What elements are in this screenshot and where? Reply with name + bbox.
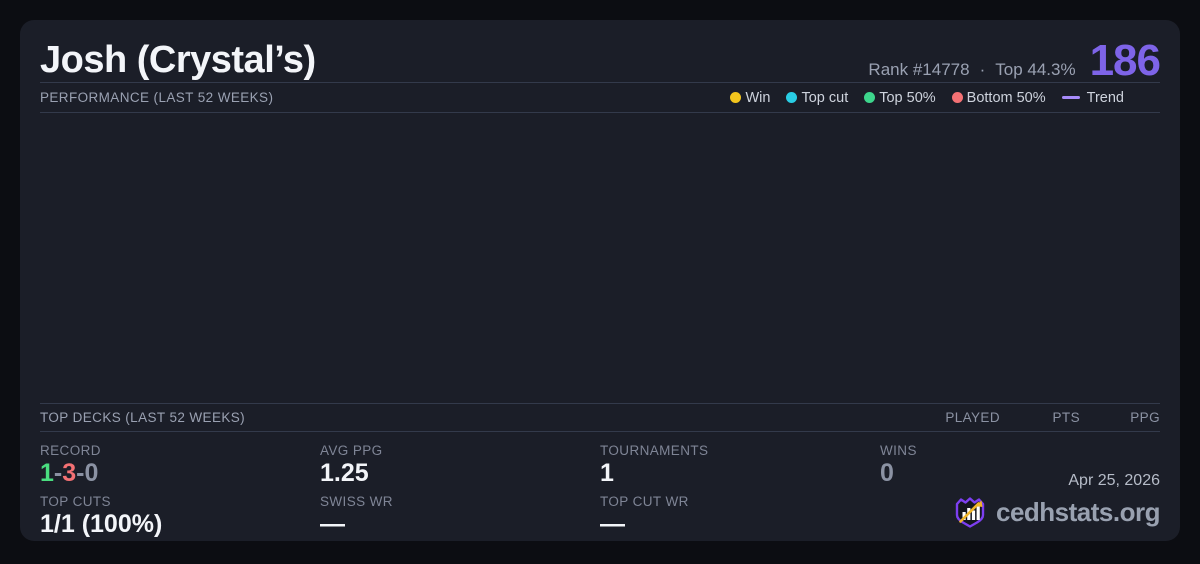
stat-top-cuts-label: TOP CUTS bbox=[40, 494, 320, 509]
stat-record-label: RECORD bbox=[40, 443, 320, 458]
legend-label-top-cut: Top cut bbox=[801, 90, 848, 106]
cedhstats-logo-icon bbox=[953, 495, 987, 529]
stat-tournaments-value: 1 bbox=[600, 458, 880, 488]
bottom-50-dot-icon bbox=[952, 92, 963, 103]
deck-table-columns: PLAYED PTS PPG bbox=[920, 410, 1160, 425]
performance-chart-area bbox=[40, 113, 1160, 403]
legend-item-bottom-50: Bottom 50% bbox=[952, 90, 1046, 106]
player-stats-card: Josh (Crystal’s) Rank #14778 · Top 44.3%… bbox=[20, 20, 1180, 541]
stat-top-cut-wr-value: — bbox=[600, 509, 880, 539]
stat-top-cut-wr: TOP CUT WR — bbox=[600, 488, 880, 539]
rank-line: Rank #14778 · Top 44.3% bbox=[868, 60, 1075, 80]
column-header-ppg: PPG bbox=[1080, 410, 1160, 425]
header-rank-area: Rank #14778 · Top 44.3% 186 bbox=[868, 40, 1160, 82]
stat-top-cut-wr-label: TOP CUT WR bbox=[600, 494, 880, 509]
score-value: 186 bbox=[1090, 40, 1160, 82]
stat-wins-label: WINS bbox=[880, 443, 1160, 458]
chart-legend: Win Top cut Top 50% Bottom 50% Trend bbox=[730, 90, 1124, 106]
stat-avg-ppg: AVG PPG 1.25 bbox=[320, 437, 600, 488]
legend-item-trend: Trend bbox=[1062, 90, 1124, 106]
stat-swiss-wr-value: — bbox=[320, 509, 600, 539]
stat-swiss-wr: SWISS WR — bbox=[320, 488, 600, 539]
record-wins: 1 bbox=[40, 459, 54, 487]
record-losses: 3 bbox=[62, 459, 76, 487]
record-draws: 0 bbox=[84, 459, 98, 487]
column-header-pts: PTS bbox=[1000, 410, 1080, 425]
top-decks-header-row: TOP DECKS (LAST 52 WEEKS) PLAYED PTS PPG bbox=[40, 404, 1160, 431]
brand-text: cedhstats.org bbox=[996, 497, 1160, 528]
legend-label-top-50: Top 50% bbox=[879, 90, 935, 106]
stat-tournaments-label: TOURNAMENTS bbox=[600, 443, 880, 458]
stat-avg-ppg-label: AVG PPG bbox=[320, 443, 600, 458]
card-footer: Apr 25, 2026 cedhstats.org bbox=[953, 472, 1160, 529]
column-header-played: PLAYED bbox=[920, 410, 1000, 425]
performance-section-title: PERFORMANCE (LAST 52 WEEKS) bbox=[40, 90, 273, 105]
legend-label-trend: Trend bbox=[1087, 90, 1124, 106]
performance-header-row: PERFORMANCE (LAST 52 WEEKS) Win Top cut … bbox=[40, 83, 1160, 112]
trend-line-icon bbox=[1062, 96, 1080, 99]
legend-label-bottom-50: Bottom 50% bbox=[967, 90, 1046, 106]
stat-swiss-wr-label: SWISS WR bbox=[320, 494, 600, 509]
dot-separator: · bbox=[980, 60, 986, 80]
legend-label-win: Win bbox=[745, 90, 770, 106]
win-dot-icon bbox=[730, 92, 741, 103]
brand-row: cedhstats.org bbox=[953, 495, 1160, 529]
top-decks-section-title: TOP DECKS (LAST 52 WEEKS) bbox=[40, 410, 245, 425]
stat-tournaments: TOURNAMENTS 1 bbox=[600, 437, 880, 488]
footer-date: Apr 25, 2026 bbox=[953, 472, 1160, 490]
stat-top-cuts-value: 1/1 (100%) bbox=[40, 509, 320, 539]
top-50-dot-icon bbox=[864, 92, 875, 103]
record-separator: - bbox=[54, 459, 62, 487]
top-cut-dot-icon bbox=[786, 92, 797, 103]
card-header: Josh (Crystal’s) Rank #14778 · Top 44.3%… bbox=[40, 20, 1160, 82]
rank-text: Rank #14778 bbox=[868, 60, 969, 80]
page-title: Josh (Crystal’s) bbox=[40, 40, 316, 82]
stat-top-cuts: TOP CUTS 1/1 (100%) bbox=[40, 488, 320, 539]
top-percent-text: Top 44.3% bbox=[995, 60, 1075, 80]
legend-item-top-50: Top 50% bbox=[864, 90, 935, 106]
stat-record: RECORD 1-3-0 bbox=[40, 437, 320, 488]
legend-item-win: Win bbox=[730, 90, 770, 106]
stat-record-value: 1-3-0 bbox=[40, 458, 320, 488]
stat-avg-ppg-value: 1.25 bbox=[320, 458, 600, 488]
legend-item-top-cut: Top cut bbox=[786, 90, 848, 106]
